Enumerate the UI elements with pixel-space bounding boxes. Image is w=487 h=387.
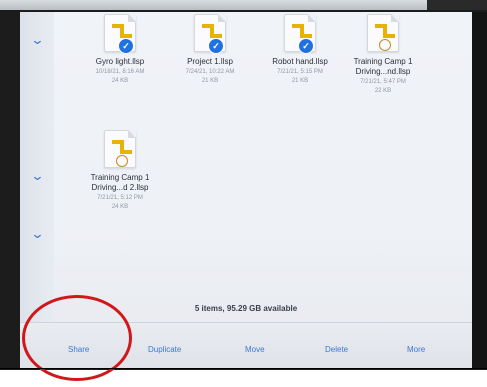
delete-button[interactable]: Delete: [325, 345, 348, 354]
file-name-line-1: Training Camp 1: [353, 57, 413, 66]
file-item[interactable]: Training Camp 1 Driving...d 2.llsp 7/21/…: [75, 130, 165, 211]
more-button[interactable]: More: [407, 345, 425, 354]
file-date: 7/21/21, 5:15 PM: [277, 69, 323, 75]
file-size: 21 KB: [291, 78, 309, 84]
file-size: 24 KB: [111, 78, 129, 84]
llsp-file-icon: ✓: [104, 14, 136, 54]
file-name-line-2: Driving...d 2.llsp: [91, 183, 149, 192]
file-name: Project 1.llsp: [187, 57, 233, 66]
llsp-file-icon: [367, 14, 399, 52]
file-item[interactable]: ✓ Robot hand.llsp 7/21/21, 5:15 PM 21 KB: [255, 14, 345, 85]
llsp-file-icon: ✓: [194, 14, 226, 54]
upload-badge-icon: ✓: [208, 38, 224, 54]
upload-badge-icon: ✓: [118, 38, 134, 54]
file-item[interactable]: ✓ Gyro light.llsp 10/18/21, 8:16 AM 24 K…: [75, 14, 165, 85]
file-name-line-2: Driving...nd.llsp: [355, 67, 411, 76]
file-name-line-1: Training Camp 1: [90, 173, 150, 182]
file-item[interactable]: ✓ Project 1.llsp 7/24/21, 10:22 AM 21 KB: [165, 14, 255, 85]
llsp-file-icon: [104, 130, 136, 168]
file-size: 21 KB: [201, 78, 219, 84]
file-date: 7/21/21, 5:12 PM: [97, 195, 143, 201]
file-item[interactable]: Training Camp 1 Driving...nd.llsp 7/21/2…: [338, 14, 428, 95]
upload-badge-icon: ✓: [298, 38, 314, 54]
file-date: 10/18/21, 8:16 AM: [95, 69, 145, 75]
chevron-down-icon[interactable]: ⌄: [30, 227, 44, 240]
llsp-file-icon: ✓: [284, 14, 316, 54]
device-frame-right: [472, 12, 487, 368]
move-button[interactable]: Move: [245, 345, 265, 354]
file-date: 7/21/21, 5:47 PM: [360, 79, 406, 85]
bottom-divider-line: [0, 368, 487, 369]
file-name: Gyro light.llsp: [95, 57, 145, 66]
loop-icon: [116, 155, 128, 167]
top-bezel-dark: [427, 0, 487, 10]
loop-icon: [379, 39, 391, 51]
top-bezel: [0, 0, 487, 10]
file-date: 7/24/21, 10:22 AM: [185, 69, 235, 75]
chevron-down-icon[interactable]: ⌄: [30, 169, 44, 182]
file-size: 22 KB: [374, 88, 392, 94]
duplicate-button[interactable]: Duplicate: [148, 345, 181, 354]
chevron-down-icon[interactable]: ⌄: [30, 33, 44, 46]
file-size: 24 KB: [111, 204, 129, 210]
file-name: Robot hand.llsp: [272, 57, 328, 66]
